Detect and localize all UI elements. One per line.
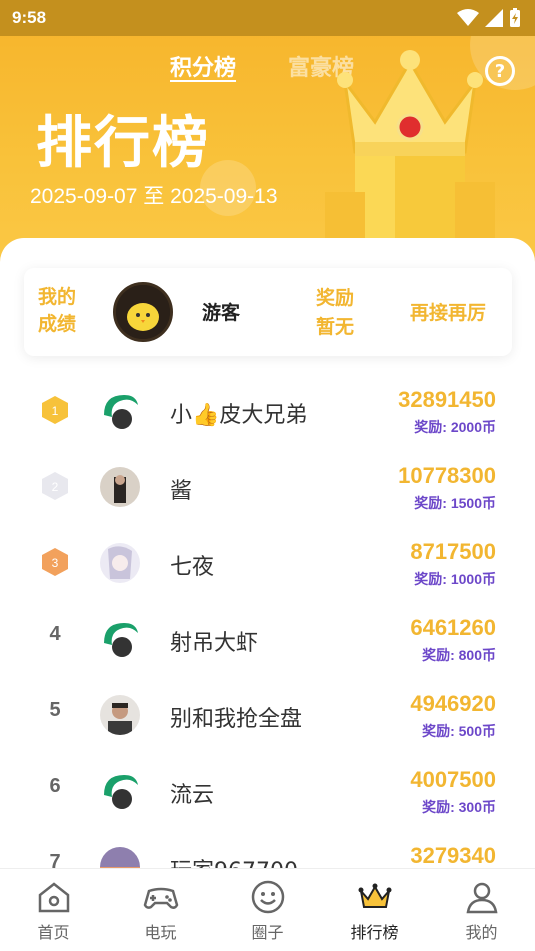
my-score-label: 我的成绩 <box>38 286 77 335</box>
row-reward: 奖励: 1000币 <box>414 571 496 587</box>
nav-label: 我的 <box>465 923 498 942</box>
row-name: 流云 <box>170 783 215 808</box>
list-item[interactable]: 2 酱 10778300 奖励: 1500币 <box>0 449 535 525</box>
nav-label: 首页 <box>37 923 70 942</box>
row-name: 酱 <box>170 479 193 504</box>
nav-home[interactable]: 首页 <box>0 869 107 951</box>
svg-text:3: 3 <box>52 556 59 570</box>
rank-number: 5 <box>49 699 61 721</box>
list-item[interactable]: 5 别和我抢全盘 4946920 奖励: 500币 <box>0 677 535 753</box>
nav-label: 圈子 <box>251 923 284 942</box>
avatar[interactable] <box>100 695 140 735</box>
bottom-nav: 首页 电玩 圈子 排行榜 我的 <box>0 868 535 951</box>
page-title: 排行榜 <box>36 111 210 176</box>
nav-ranking[interactable]: 排行榜 <box>321 869 428 951</box>
nav-circle[interactable]: 圈子 <box>214 869 321 951</box>
my-slogan: 再接再厉 <box>410 302 487 324</box>
signal-icon <box>485 9 503 27</box>
nav-label: 电玩 <box>144 923 177 942</box>
nav-label: 排行榜 <box>350 923 399 942</box>
chick-icon <box>116 285 170 339</box>
avatar[interactable] <box>113 282 173 342</box>
header: 9:58 积分榜 富豪榜 ? 排行榜 2025-09-07 至 2025-09-… <box>0 0 535 270</box>
my-score-card: 我的成绩 游客 奖励暂无 再接再厉 <box>24 268 512 356</box>
row-reward: 奖励: 2000币 <box>414 419 496 435</box>
row-name: 别和我抢全盘 <box>170 707 303 732</box>
row-score: 6461260 <box>410 615 496 640</box>
status-time: 9:58 <box>12 8 47 27</box>
row-name: 射吊大虾 <box>170 631 259 656</box>
avatar[interactable] <box>100 543 140 583</box>
row-reward: 奖励: 800币 <box>422 647 496 663</box>
rank-number: 4 <box>49 623 61 645</box>
ranking-panel: 我的成绩 游客 奖励暂无 再接再厉 1 小👍皮大兄弟 32891450 奖励: … <box>0 238 535 868</box>
row-score: 3279340 <box>410 843 496 868</box>
list-item[interactable]: 3 七夜 8717500 奖励: 1000币 <box>0 525 535 601</box>
row-name: 七夜 <box>170 555 215 580</box>
svg-text:1: 1 <box>52 404 59 418</box>
list-item[interactable]: 6 流云 4007500 奖励: 300币 <box>0 753 535 829</box>
row-reward: 奖励: 500币 <box>422 723 496 739</box>
smile-icon <box>251 880 284 914</box>
crown-illustration <box>325 42 495 270</box>
help-icon[interactable]: ? <box>485 56 515 86</box>
nav-games[interactable]: 电玩 <box>107 869 214 951</box>
home-icon <box>38 882 69 913</box>
user-icon <box>466 882 497 914</box>
status-bar: 9:58 <box>0 0 535 36</box>
gold-medal-icon: 1 <box>42 396 68 424</box>
my-reward: 奖励暂无 <box>316 287 355 338</box>
avatar[interactable] <box>100 619 140 659</box>
row-reward: 奖励: 1500币 <box>414 495 496 511</box>
svg-text:2: 2 <box>52 480 59 494</box>
row-name: 小👍皮大兄弟 <box>170 403 308 428</box>
avatar[interactable] <box>100 847 140 868</box>
tab-points[interactable]: 积分榜 <box>170 50 236 82</box>
row-score: 4007500 <box>410 767 496 792</box>
row-score: 32891450 <box>398 387 496 412</box>
nav-me[interactable]: 我的 <box>428 869 535 951</box>
wifi-icon <box>457 9 479 26</box>
row-score: 10778300 <box>398 463 496 488</box>
row-score: 4946920 <box>410 691 496 716</box>
crown-icon <box>358 883 391 908</box>
rank-number: 6 <box>49 775 61 797</box>
status-icons <box>457 8 521 28</box>
avatar[interactable] <box>100 467 140 507</box>
list-item[interactable]: 4 射吊大虾 6461260 奖励: 800币 <box>0 601 535 677</box>
row-reward: 奖励: 300币 <box>422 799 496 815</box>
list-item[interactable]: 1 小👍皮大兄弟 32891450 奖励: 2000币 <box>0 373 535 449</box>
row-name: 玩家967700 <box>170 853 298 868</box>
bronze-medal-icon: 3 <box>42 548 68 576</box>
date-range: 2025-09-07 至 2025-09-13 <box>30 185 278 208</box>
avatar[interactable] <box>100 391 140 431</box>
my-name: 游客 <box>202 302 241 324</box>
gamepad-icon <box>143 887 178 909</box>
avatar[interactable] <box>100 771 140 811</box>
silver-medal-icon: 2 <box>42 472 68 500</box>
battery-icon <box>510 8 520 27</box>
row-score: 8717500 <box>410 539 496 564</box>
list-item[interactable]: 7 玩家967700 3279340 <box>0 829 535 868</box>
rank-number: 7 <box>49 851 61 868</box>
